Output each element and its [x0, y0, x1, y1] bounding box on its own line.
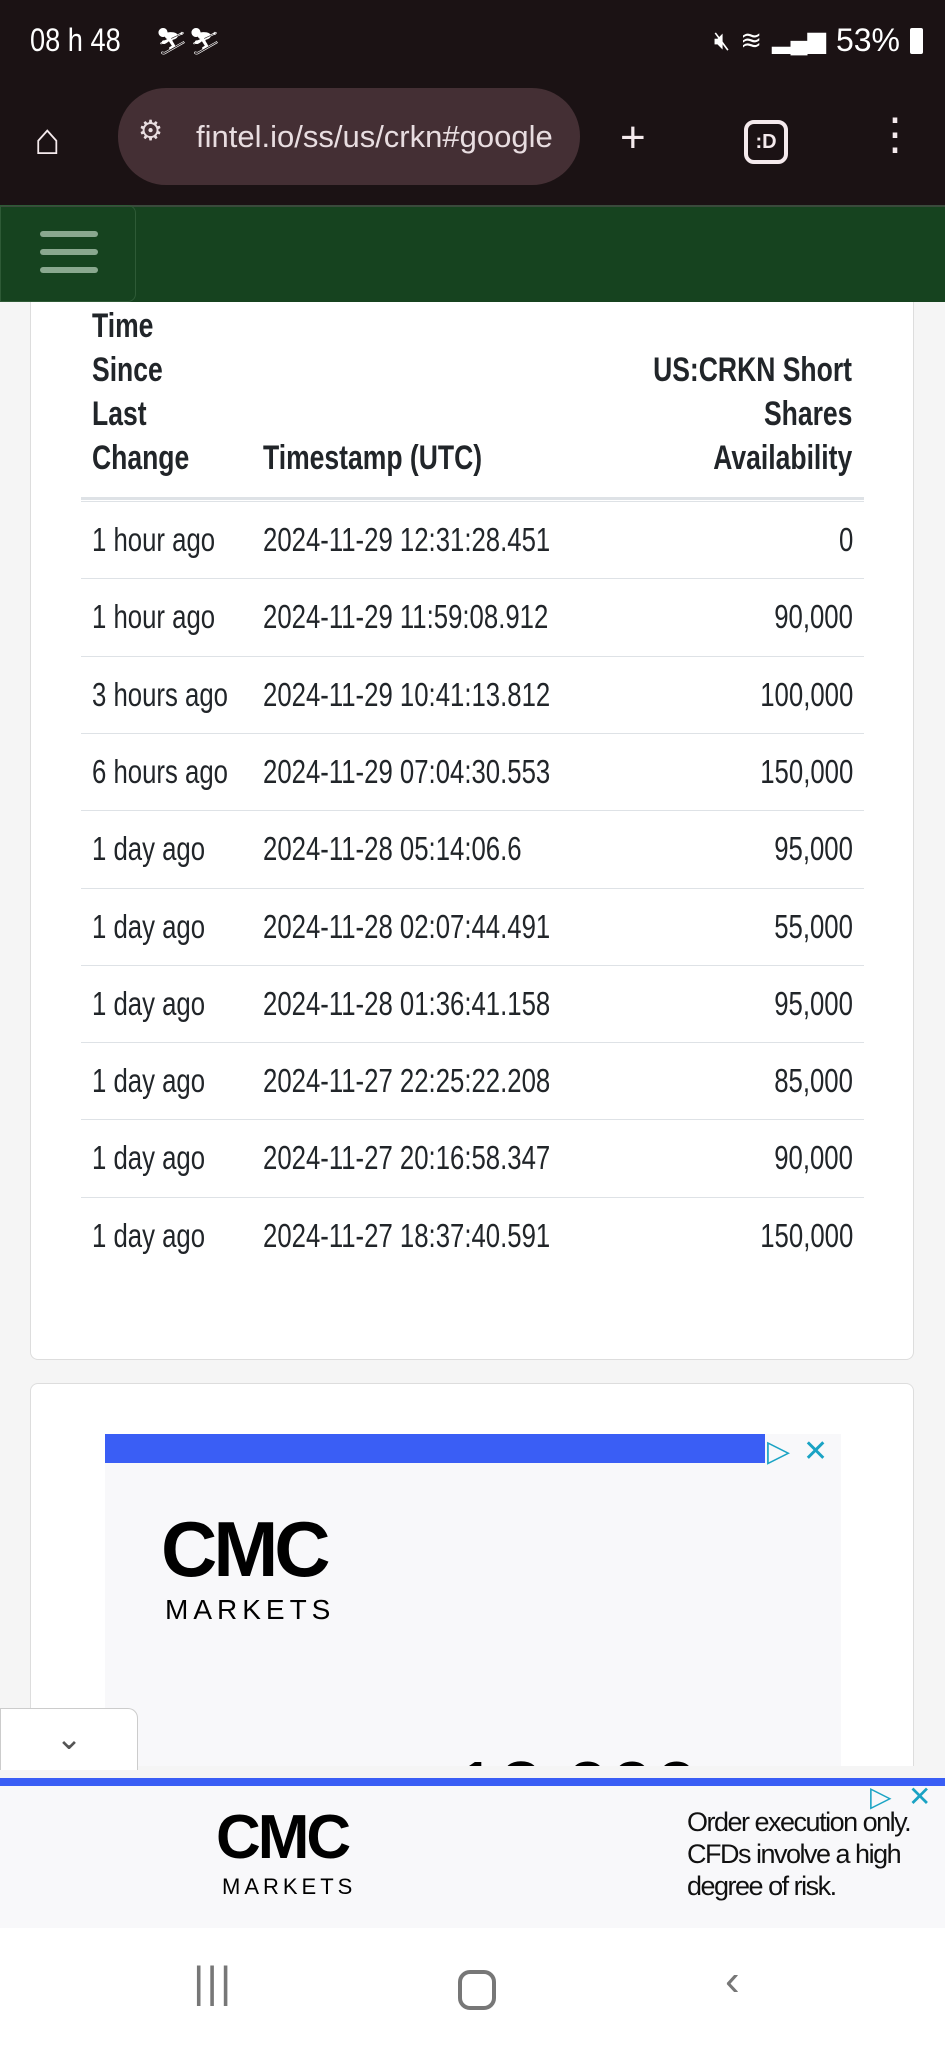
- cmc-logo-sub: MARKETS: [165, 1594, 336, 1625]
- timestamp-cell: 2024-11-28 02:07:44.491: [263, 907, 551, 945]
- header-line: US:CRKN Short: [653, 351, 852, 389]
- mute-icon: 🔇︎: [713, 24, 731, 55]
- adchoices-icon[interactable]: ▷: [870, 1780, 892, 1813]
- table-row: 3 hours ago 2024-11-29 10:41:13.812 100,…: [81, 655, 864, 733]
- header-line: Change: [92, 439, 190, 477]
- back-icon[interactable]: ‹: [725, 1956, 740, 2006]
- site-header: [0, 205, 945, 302]
- header-label: Timestamp (UTC): [263, 439, 483, 477]
- bottom-ad-bar: [0, 1778, 945, 1786]
- availability-cell: 95,000: [774, 984, 853, 1022]
- ad-top-bar: [105, 1434, 765, 1463]
- header-divider: [81, 497, 864, 500]
- availability-cell: 0: [838, 521, 853, 558]
- since-cell: 3 hours ago: [92, 675, 228, 713]
- timestamp-cell: 2024-11-29 12:31:28.451: [263, 521, 551, 558]
- url-text: fintel.io/ss/us/crkn#google: [196, 118, 553, 154]
- battery-icon: [910, 27, 923, 54]
- timestamp-cell: 2024-11-27 18:37:40.591: [263, 1216, 551, 1254]
- since-cell: 1 day ago: [92, 1062, 206, 1100]
- adchoices-icon[interactable]: ▷: [767, 1434, 790, 1469]
- signal-icon: ▂▄▆: [772, 27, 826, 54]
- header-line: Shares: [763, 395, 852, 433]
- timestamp-cell: 2024-11-28 05:14:06.6: [263, 830, 522, 868]
- since-cell: 6 hours ago: [92, 752, 228, 790]
- since-cell: 1 hour ago: [92, 598, 216, 636]
- system-nav-bar: ||| ‹: [0, 1928, 945, 2048]
- header-line: Last: [92, 395, 147, 433]
- ad-disclaimer: Order execution only. CFDs involve a hig…: [687, 1807, 912, 1901]
- site-settings-icon[interactable]: ⚙: [138, 114, 163, 147]
- header-time: Time: [92, 307, 154, 345]
- availability-cell: 100,000: [759, 675, 853, 713]
- recents-icon[interactable]: |||: [193, 1958, 233, 2008]
- home-nav-icon[interactable]: [458, 1970, 496, 2010]
- since-cell: 1 day ago: [92, 1216, 206, 1254]
- table-row: 1 hour ago 2024-11-29 11:59:08.912 90,00…: [81, 578, 864, 655]
- hamburger-menu-button[interactable]: [0, 205, 136, 302]
- home-icon[interactable]: ⌂: [34, 115, 61, 165]
- menu-dots-icon[interactable]: ⋮: [873, 109, 917, 160]
- availability-cell: 55,000: [774, 907, 853, 945]
- table-row: 1 day ago 2024-11-27 22:25:22.208 85,000: [81, 1042, 864, 1119]
- availability-cell: 90,000: [774, 1139, 853, 1177]
- col-header-timestamp[interactable]: Timestamp (UTC): [263, 436, 544, 480]
- table-row: 1 day ago 2024-11-28 01:36:41.158 95,000: [81, 964, 864, 1042]
- availability-cell: 85,000: [774, 1062, 853, 1100]
- status-icons: 🔇︎ ≋ ▂▄▆ 53%: [714, 22, 923, 59]
- ad-close-icon[interactable]: ✕: [803, 1434, 828, 1469]
- since-cell: 1 day ago: [92, 984, 206, 1022]
- col-header-availability[interactable]: US:CRKN Short Shares Availability: [597, 348, 852, 480]
- availability-cell: 150,000: [759, 1216, 853, 1254]
- battery-level: 53%: [835, 22, 900, 58]
- url-bar[interactable]: ⚙ fintel.io/ss/us/crkn#google: [118, 88, 580, 185]
- table-row: 1 hour ago 2024-11-29 12:31:28.451 0: [81, 501, 864, 578]
- timestamp-cell: 2024-11-29 07:04:30.553: [263, 752, 551, 790]
- availability-cell: 150,000: [759, 752, 853, 790]
- chevron-down-icon: ⌄: [55, 1720, 83, 1756]
- timestamp-cell: 2024-11-27 22:25:22.208: [263, 1062, 551, 1100]
- table-row: 6 hours ago 2024-11-29 07:04:30.553 150,…: [81, 732, 864, 810]
- header-line: Availability: [712, 439, 852, 477]
- since-cell: 1 hour ago: [92, 521, 216, 558]
- availability-cell: 95,000: [774, 830, 853, 868]
- wifi-icon: ≋: [740, 25, 763, 55]
- since-cell: 1 day ago: [92, 830, 206, 868]
- table-row: 1 day ago 2024-11-28 02:07:44.491 55,000: [81, 887, 864, 965]
- table-row: 1 day ago 2024-11-27 20:16:58.347 90,000: [81, 1119, 864, 1196]
- bottom-ad[interactable]: CMC MARKETS Order execution only. CFDs i…: [0, 1781, 945, 1928]
- tab-switcher-button[interactable]: :D: [744, 120, 788, 164]
- since-cell: 1 day ago: [92, 1139, 206, 1177]
- table-row: 1 day ago 2024-11-28 05:14:06.6 95,000: [81, 810, 864, 887]
- cmc-logo: CMC: [216, 1803, 351, 1872]
- collapse-ad-button[interactable]: ⌄: [0, 1708, 138, 1770]
- header-line: Since: [92, 351, 163, 389]
- timestamp-cell: 2024-11-29 11:59:08.912: [263, 598, 549, 636]
- cmc-logo-sub: MARKETS: [222, 1874, 357, 1899]
- timestamp-cell: 2024-11-29 10:41:13.812: [263, 675, 551, 713]
- clock: 08 h 48: [30, 22, 121, 58]
- status-bar: 08 h 48 ⛷⛷ 🔇︎ ≋ ▂▄▆ 53%: [0, 0, 945, 95]
- cmc-logo: CMC: [161, 1505, 331, 1593]
- availability-cell: 90,000: [774, 598, 853, 636]
- timestamp-cell: 2024-11-28 01:36:41.158: [263, 984, 551, 1022]
- new-tab-icon[interactable]: +: [620, 113, 646, 163]
- col-header-since[interactable]: Time Since Last Change: [92, 304, 217, 480]
- table-row: 1 day ago 2024-11-27 18:37:40.591 150,00…: [81, 1196, 864, 1274]
- ad-close-icon[interactable]: ✕: [908, 1780, 931, 1813]
- notification-icons: ⛷⛷: [155, 26, 222, 56]
- timestamp-cell: 2024-11-27 20:16:58.347: [263, 1139, 551, 1177]
- since-cell: 1 day ago: [92, 907, 206, 945]
